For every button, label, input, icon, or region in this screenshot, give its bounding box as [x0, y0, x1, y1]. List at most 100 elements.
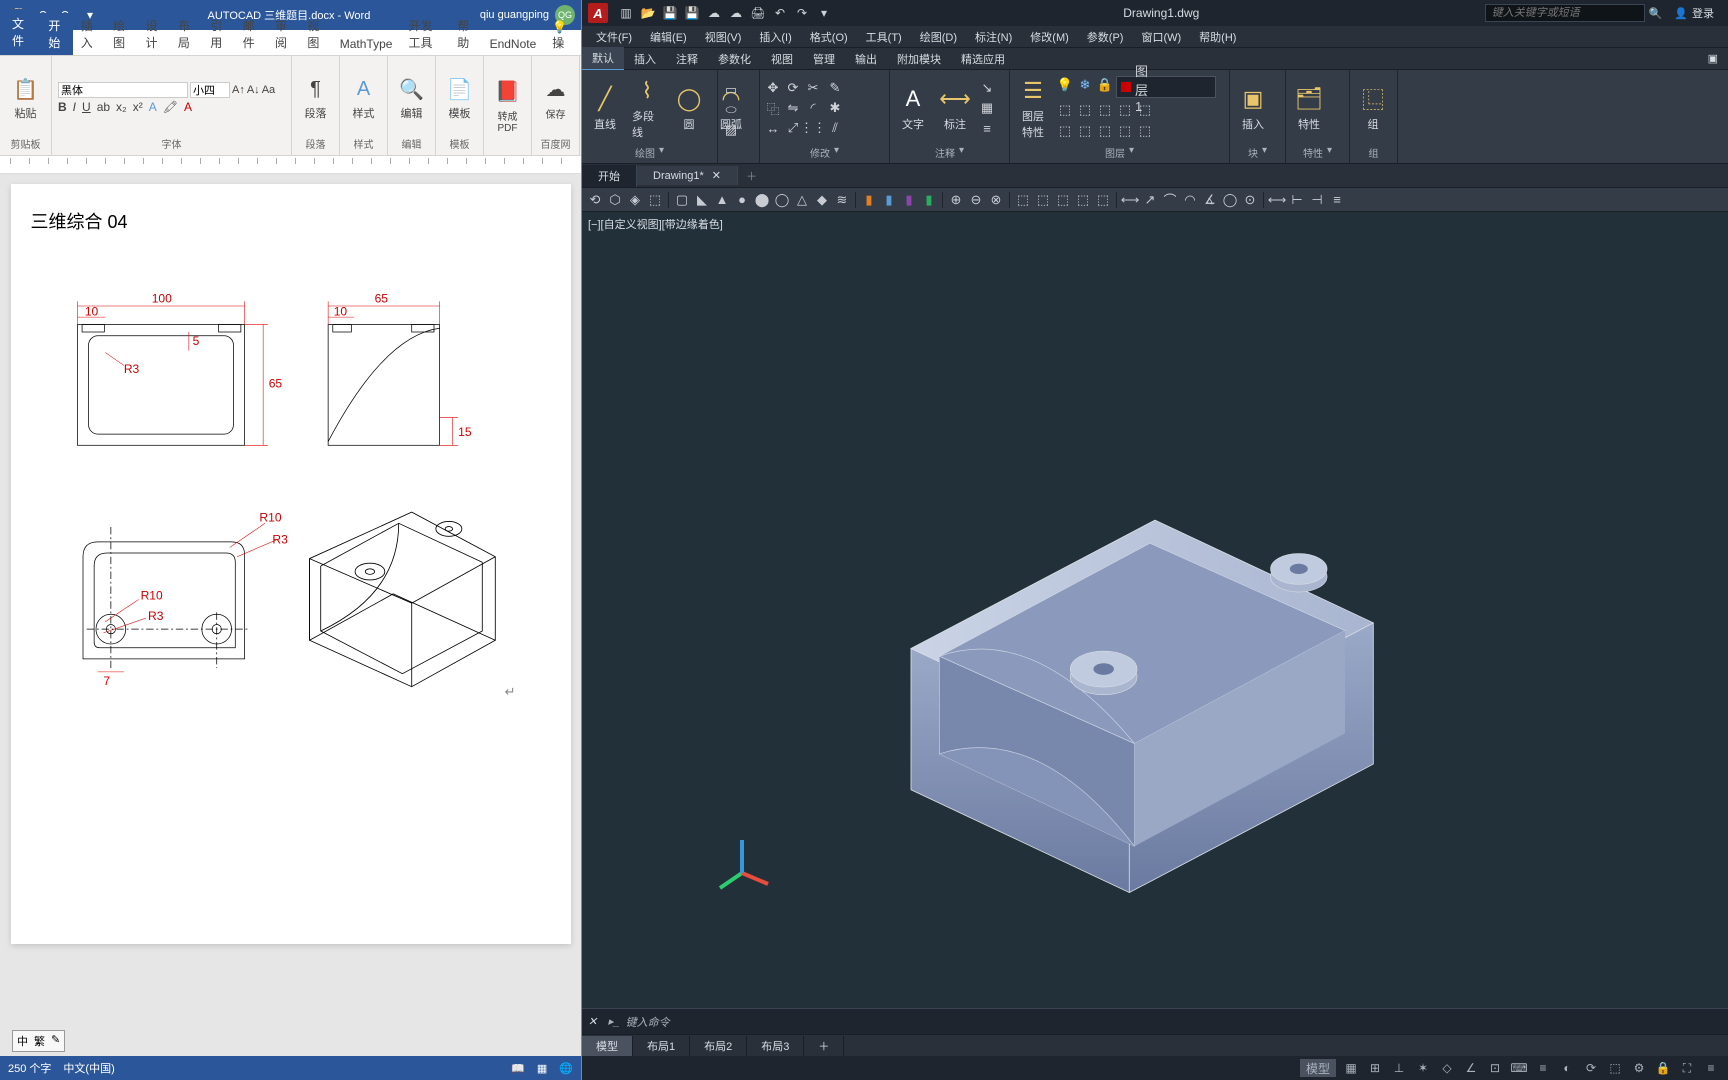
paste-button[interactable]: 📋粘贴: [8, 73, 44, 123]
saveas-icon[interactable]: 💾: [684, 5, 700, 21]
print-icon[interactable]: 🖨: [750, 5, 766, 21]
layer-on-icon[interactable]: 💡: [1056, 76, 1074, 94]
shrink-font-icon[interactable]: A↓: [247, 84, 260, 96]
group-button[interactable]: ⿺组: [1354, 82, 1392, 134]
tab-review[interactable]: 审阅: [267, 13, 299, 55]
ribtab-manage[interactable]: 管理: [803, 48, 845, 70]
dim-button[interactable]: ⟷标注: [936, 82, 974, 134]
snap-icon[interactable]: ⊞: [1366, 1059, 1384, 1077]
menu-param[interactable]: 参数(P): [1079, 27, 1132, 47]
bold-button[interactable]: B: [58, 100, 67, 114]
3dsnap-icon[interactable]: ⬚: [1606, 1059, 1624, 1077]
word-ruler[interactable]: [0, 156, 581, 174]
tab-mail[interactable]: 邮件: [235, 13, 267, 55]
cmd-close-icon[interactable]: ✕: [588, 1015, 602, 1029]
word-username[interactable]: qiu guangping: [480, 9, 549, 21]
cad-search-input[interactable]: [1485, 4, 1645, 22]
new-tab-button[interactable]: ＋: [738, 165, 765, 187]
ribtab-featured[interactable]: 精选应用: [951, 48, 1015, 70]
tab-layout[interactable]: 布局: [170, 13, 202, 55]
status-model-button[interactable]: 模型: [1300, 1059, 1336, 1077]
tab-references[interactable]: 引用: [202, 13, 234, 55]
paragraph-button[interactable]: ¶段落: [298, 73, 334, 123]
otrack-icon[interactable]: ∠: [1462, 1059, 1480, 1077]
ribtab-annotate[interactable]: 注释: [666, 48, 708, 70]
tab-design[interactable]: 设计: [138, 13, 170, 55]
insert-button[interactable]: ▣插入: [1234, 82, 1272, 134]
ribtab-default[interactable]: 默认: [582, 47, 624, 71]
pdf-button[interactable]: 📕转成 PDF: [490, 76, 526, 136]
menu-window[interactable]: 窗口(W): [1133, 27, 1189, 47]
sphere-icon[interactable]: ●: [733, 191, 751, 209]
tab-devtools[interactable]: 开发工具: [400, 13, 449, 55]
menu-draw[interactable]: 绘图(D): [912, 27, 965, 47]
template-button[interactable]: 📄模板: [442, 73, 478, 123]
polar-icon[interactable]: ✶: [1414, 1059, 1432, 1077]
dynucs-icon[interactable]: ⊡: [1486, 1059, 1504, 1077]
copy-icon[interactable]: ⿻: [764, 99, 782, 117]
highlight-icon[interactable]: 🖍: [163, 100, 178, 114]
layer-dropdown[interactable]: 图层1: [1116, 76, 1216, 98]
menu-edit[interactable]: 编辑(E): [642, 27, 695, 47]
strike-button[interactable]: ab: [97, 100, 110, 114]
text-effects-icon[interactable]: A: [149, 100, 157, 114]
annoscale-icon[interactable]: 🔒: [1654, 1059, 1672, 1077]
menu-tools[interactable]: 工具(T): [858, 27, 910, 47]
erase-icon[interactable]: ✎: [826, 79, 844, 97]
ribtab-param[interactable]: 参数化: [708, 48, 761, 70]
ribtab-view[interactable]: 视图: [761, 48, 803, 70]
autocad-logo-icon[interactable]: A: [588, 3, 608, 23]
menu-format[interactable]: 格式(O): [802, 27, 856, 47]
open-icon[interactable]: 📂: [640, 5, 656, 21]
menu-view[interactable]: 视图(V): [697, 27, 750, 47]
italic-button[interactable]: I: [73, 100, 76, 114]
torus-icon[interactable]: ◯: [773, 191, 791, 209]
ribbon-collapse-icon[interactable]: ▣: [1698, 49, 1728, 68]
view-print-icon[interactable]: ▦: [537, 1062, 547, 1075]
ribtab-insert[interactable]: 插入: [624, 48, 666, 70]
close-tab-icon[interactable]: ✕: [712, 169, 721, 182]
rect-icon[interactable]: ▭: [722, 81, 740, 99]
hatch-icon[interactable]: ▨: [722, 121, 740, 139]
tab-drawing1[interactable]: Drawing1*✕: [637, 166, 738, 185]
fullscreen-icon[interactable]: ⛶: [1678, 1059, 1696, 1077]
underline-button[interactable]: U: [82, 100, 91, 114]
orbit-icon[interactable]: ⟲: [586, 191, 604, 209]
tab-mathtype[interactable]: MathType: [332, 33, 401, 55]
tab-home[interactable]: 开始: [40, 13, 72, 55]
styles-button[interactable]: A样式: [346, 73, 382, 123]
cylinder-icon[interactable]: ⬤: [753, 191, 771, 209]
tab-file[interactable]: 文件: [0, 9, 40, 55]
grow-font-icon[interactable]: A↑: [232, 84, 245, 96]
box-icon[interactable]: ▢: [673, 191, 691, 209]
tab-endnote[interactable]: EndNote: [482, 33, 545, 55]
layout-model[interactable]: 模型: [582, 1036, 633, 1056]
subtract-icon[interactable]: ⊖: [967, 191, 985, 209]
subscript-button[interactable]: x₂: [116, 100, 127, 114]
viewport-label[interactable]: [−][自定义视图][带边缘着色]: [588, 216, 723, 232]
font-family-select[interactable]: [58, 82, 188, 98]
custom-icon[interactable]: ≡: [1702, 1059, 1720, 1077]
text-button[interactable]: A文字: [894, 82, 932, 134]
fillet-icon[interactable]: ◜: [804, 99, 822, 117]
change-case-icon[interactable]: Aa: [262, 84, 275, 96]
language-status[interactable]: 中文(中国): [63, 1060, 114, 1076]
cad-viewport[interactable]: [−][自定义视图][带边缘着色]: [582, 212, 1728, 1008]
mtext-icon[interactable]: ≡: [978, 119, 996, 137]
tell-me[interactable]: 💡 操: [544, 16, 581, 55]
tab-insert[interactable]: 插入: [73, 13, 105, 55]
tab-draw[interactable]: 绘图: [105, 13, 137, 55]
layer-match-icon[interactable]: ⬚: [1056, 101, 1074, 119]
layerprop-button[interactable]: ☰图层 特性: [1014, 74, 1052, 142]
grid-icon[interactable]: ▦: [1342, 1059, 1360, 1077]
cloud-save-icon[interactable]: ☁: [728, 5, 744, 21]
ellipse-icon[interactable]: ⬭: [722, 101, 740, 119]
polyline-button[interactable]: ⌇多段线: [628, 74, 666, 142]
ortho-icon[interactable]: ⊥: [1390, 1059, 1408, 1077]
layout-3[interactable]: 布局3: [747, 1036, 804, 1056]
mirror-icon[interactable]: ⇋: [784, 99, 802, 117]
layout-add[interactable]: ＋: [804, 1036, 844, 1056]
menu-help[interactable]: 帮助(H): [1191, 27, 1244, 47]
word-document-area[interactable]: 三维综合 04: [0, 174, 581, 1056]
extrude-icon[interactable]: ▮: [860, 191, 878, 209]
